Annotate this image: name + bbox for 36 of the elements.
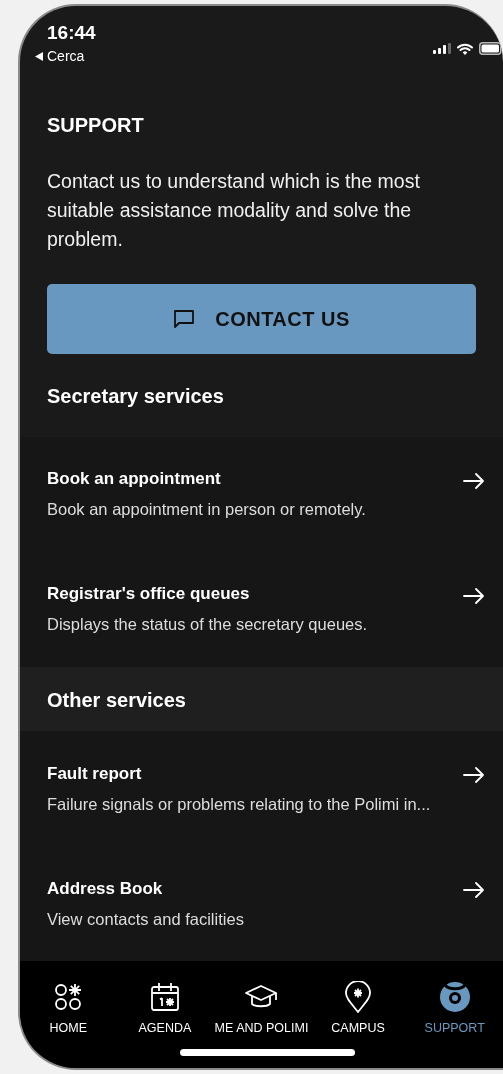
tab-bar-item[interactable]: CAMPUS	[309, 981, 407, 1036]
service-list-item[interactable]: Address Book View contacts and facilities	[20, 846, 503, 962]
item-title: Registrar's office queues	[47, 584, 251, 605]
section-title: Secretary services	[47, 384, 224, 408]
description-text: Contact us to understand which is the most suitable assistance modality and solve the problem.	[47, 169, 421, 253]
service-list-item[interactable]: Fault report Failure signals or problems relating to the Polimi in...	[20, 731, 503, 847]
chat-bubble-icon	[173, 309, 196, 330]
arrow-right-icon	[463, 587, 485, 604]
page-title: SUPPORT	[47, 114, 145, 138]
calendar-icon	[149, 981, 180, 1014]
battery-icon	[479, 42, 503, 55]
arrow-right-icon	[463, 472, 485, 489]
tab-bar-item[interactable]: SUPPORT	[406, 981, 503, 1036]
section-title: Other services	[47, 687, 186, 712]
back-triangle-icon	[35, 51, 43, 61]
item-subtitle: Book an appointment in person or remotely.	[47, 500, 367, 520]
back-link[interactable]: Cerca	[35, 48, 96, 64]
service-list-item[interactable]: Book an appointment Book an appointment in person or remotely.	[20, 436, 503, 552]
tab-bar-item[interactable]: ME AND POLIMI	[213, 981, 310, 1036]
tab-bar-item[interactable]: HOME	[20, 981, 117, 1036]
lifebuoy-icon	[438, 981, 471, 1014]
item-title: Book an appointment	[47, 469, 222, 490]
item-title: Address Book	[47, 878, 164, 899]
arrow-right-icon	[463, 767, 485, 784]
arrow-right-icon	[463, 882, 485, 899]
service-list-item[interactable]: Registrar's office queues Displays the status of the secretary queues.	[20, 551, 503, 667]
map-pin-icon	[344, 981, 373, 1014]
wifi-icon	[457, 42, 473, 55]
status-time: 16:44	[47, 22, 96, 44]
signal-icon	[433, 43, 451, 54]
tab-bar-item[interactable]: AGENDA	[116, 981, 214, 1036]
item-subtitle: Failure signals or problems relating to the Polimi in...	[47, 794, 432, 814]
item-title: Fault report	[47, 763, 143, 784]
item-subtitle: Displays the status of the secretary queues.	[47, 615, 369, 635]
item-subtitle: View contacts and facilities	[47, 909, 245, 929]
contact-us-button[interactable]: CONTACT US	[47, 284, 476, 355]
